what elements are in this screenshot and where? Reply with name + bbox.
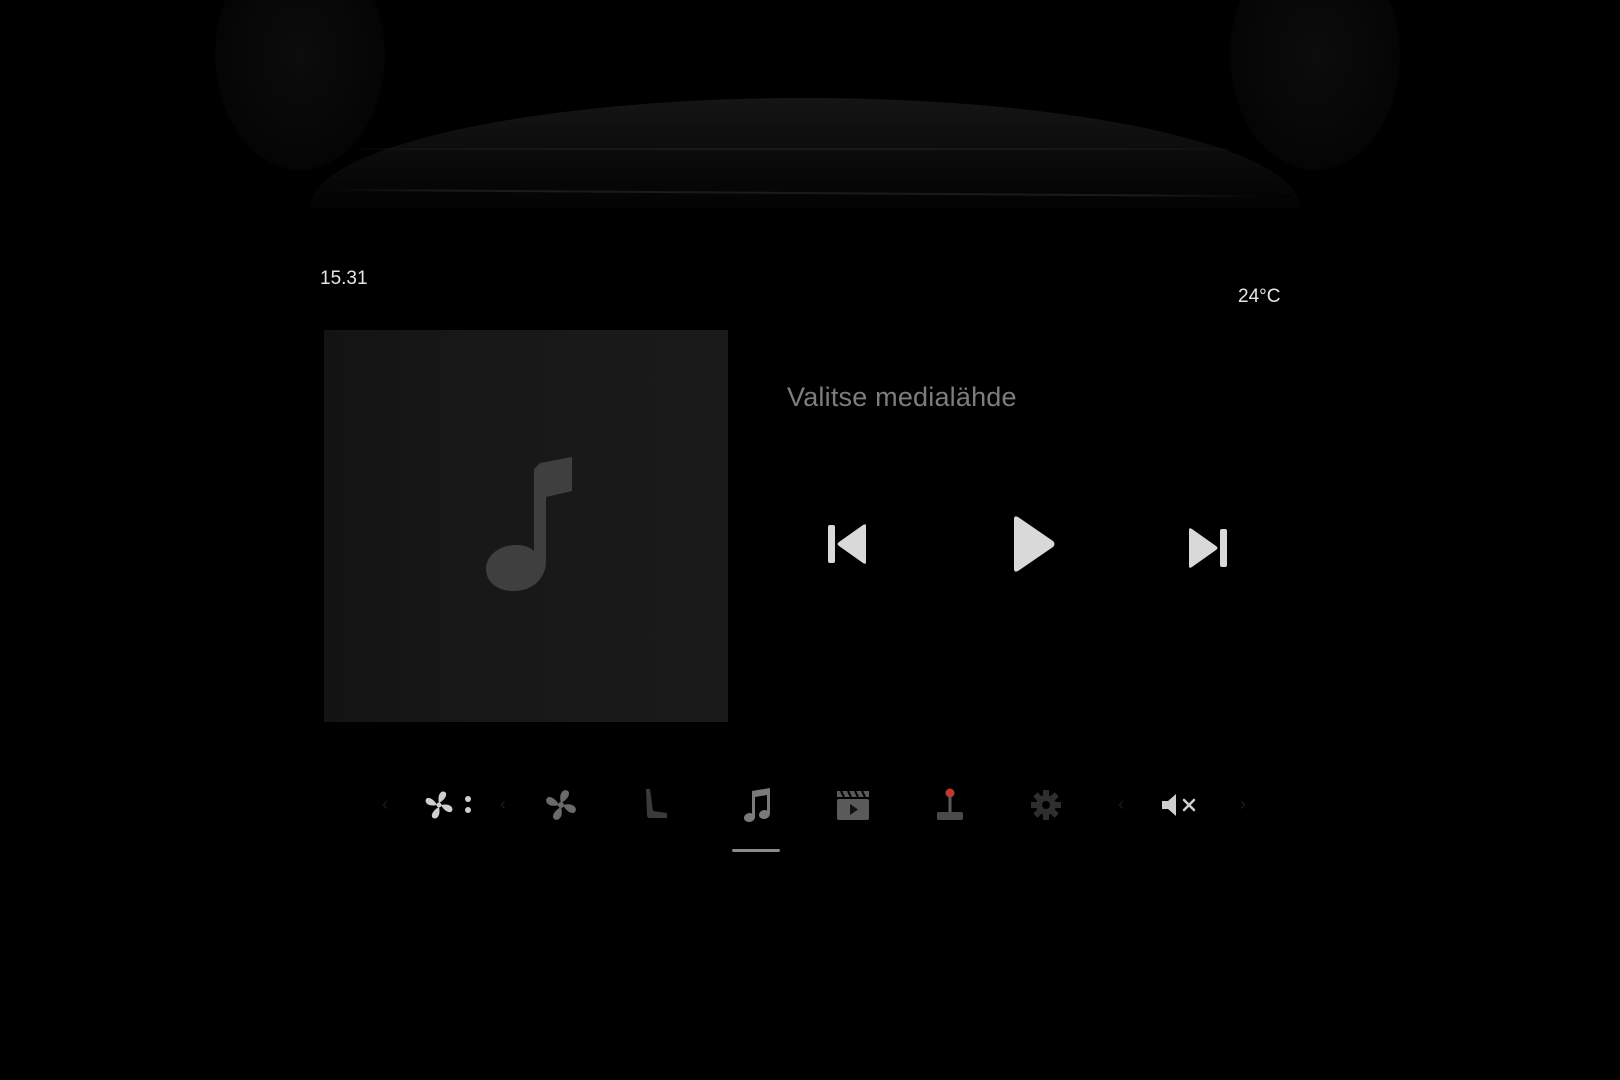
music-note-icon [744, 788, 770, 822]
games-button[interactable] [930, 780, 970, 830]
dashboard-trim-line [360, 148, 1230, 150]
album-art[interactable] [324, 330, 728, 722]
active-tab-indicator [732, 849, 780, 852]
right-headrest-silhouette [1230, 0, 1400, 170]
left-headrest-silhouette [215, 0, 385, 170]
volume-button[interactable] [1158, 780, 1202, 830]
seat-icon [646, 789, 667, 818]
bottom-dock: ‹ ‹ ‹ › [0, 780, 1620, 850]
previous-track-button[interactable] [826, 523, 870, 570]
media-source-prompt[interactable]: Valitse medialähde [787, 382, 1017, 413]
car-media-screen: 15.31 24°C Valitse medialähde ‹ ‹ ‹ › [0, 0, 1620, 1080]
settings-button[interactable] [1026, 780, 1066, 830]
dock-volume-down-chevron[interactable]: ‹ [1118, 794, 1124, 815]
play-icon [1014, 516, 1055, 572]
dock-separator: ‹ [500, 794, 506, 814]
gear-icon [1031, 790, 1061, 820]
skip-previous-icon [828, 524, 866, 564]
dock-volume-up-chevron[interactable]: › [1240, 794, 1246, 815]
seat-button[interactable] [636, 780, 676, 830]
skip-next-icon [1189, 528, 1227, 568]
climate-button[interactable] [420, 780, 480, 830]
fan-settings-icon [425, 791, 471, 819]
music-button[interactable] [737, 780, 777, 830]
volume-muted-icon [1162, 794, 1196, 816]
video-button[interactable] [832, 780, 874, 830]
music-note-icon [486, 457, 572, 591]
fan-icon [546, 790, 576, 820]
outside-temperature: 24°C [1238, 286, 1281, 307]
video-clapper-icon [837, 790, 869, 820]
fan-button[interactable] [540, 780, 582, 830]
clock: 15.31 [320, 268, 368, 289]
play-button[interactable] [1008, 515, 1056, 578]
next-track-button[interactable] [1185, 527, 1229, 574]
dock-left-edge-chevron: ‹ [382, 794, 388, 814]
joystick-icon [937, 788, 963, 820]
